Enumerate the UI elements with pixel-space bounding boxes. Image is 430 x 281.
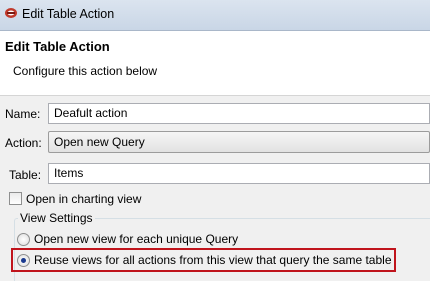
- title-bar: Edit Table Action: [0, 0, 430, 31]
- charting-checkbox[interactable]: [9, 192, 22, 205]
- name-field[interactable]: Deafult action: [48, 103, 430, 124]
- app-icon: [5, 8, 17, 18]
- radio-reuse-views[interactable]: [17, 254, 30, 267]
- dialog-title: Edit Table Action: [5, 39, 110, 54]
- table-label: Table:: [9, 168, 42, 182]
- window-title: Edit Table Action: [22, 7, 115, 21]
- dialog-description: Configure this action below: [13, 64, 158, 78]
- dialog-header: Edit Table Action Configure this action …: [0, 31, 430, 96]
- charting-checkbox-label: Open in charting view: [26, 192, 142, 206]
- name-label: Name:: [5, 107, 41, 121]
- radio-open-new-view[interactable]: [17, 233, 30, 246]
- action-label: Action:: [5, 136, 42, 150]
- view-settings-title: View Settings: [18, 211, 95, 225]
- radio-open-new-view-label: Open new view for each unique Query: [34, 232, 239, 246]
- radio-reuse-views-label: Reuse views for all actions from this vi…: [34, 253, 392, 267]
- action-select[interactable]: Open new Query: [48, 131, 430, 153]
- table-field[interactable]: Items: [48, 163, 430, 184]
